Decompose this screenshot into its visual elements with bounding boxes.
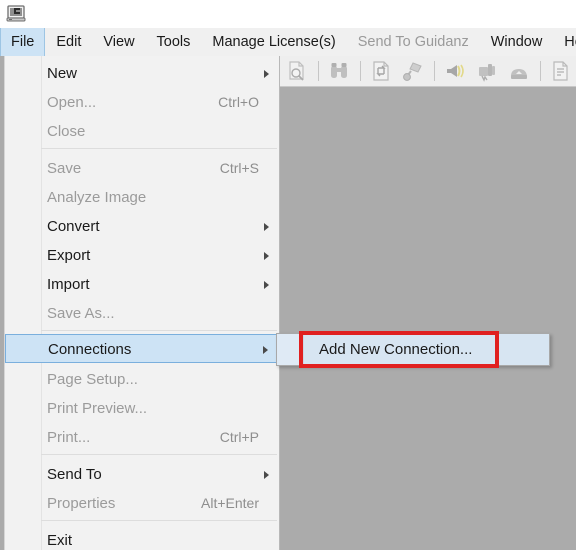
menu-item-send-to[interactable]: Send To bbox=[5, 460, 281, 489]
menu-item-label: Connections bbox=[48, 341, 132, 358]
menu-item-label: New bbox=[47, 65, 78, 82]
submenu-item-label: Add New Connection... bbox=[319, 341, 473, 358]
menubar-item-window[interactable]: Window bbox=[480, 28, 554, 56]
chevron-right-icon bbox=[264, 252, 269, 260]
menubar-item-edit[interactable]: Edit bbox=[45, 28, 92, 56]
menu-bar: File Edit View Tools Manage License(s) S… bbox=[0, 28, 576, 57]
computer-monitor-icon[interactable] bbox=[6, 3, 28, 25]
toolbar-separator bbox=[360, 61, 361, 81]
menubar-label: File bbox=[11, 34, 35, 50]
toolbar-separator bbox=[318, 61, 319, 81]
menu-item-accelerator: Alt+Enter bbox=[201, 495, 259, 511]
menu-item-properties: Properties Alt+Enter bbox=[5, 489, 281, 518]
menu-item-accelerator: Ctrl+P bbox=[219, 429, 259, 445]
menu-item-close: Close bbox=[5, 117, 281, 146]
menubar-label: Edit bbox=[56, 34, 82, 50]
menubar-item-manage-licenses[interactable]: Manage License(s) bbox=[201, 28, 346, 56]
binoculars-search-icon[interactable] bbox=[328, 60, 350, 82]
menu-item-new[interactable]: New bbox=[5, 59, 281, 88]
menu-item-label: Open... bbox=[47, 94, 97, 111]
toolbar bbox=[278, 56, 576, 87]
connections-submenu: Add New Connection... bbox=[276, 333, 550, 366]
menu-item-label: Properties bbox=[47, 495, 116, 512]
menu-item-connections[interactable]: Connections bbox=[5, 334, 281, 363]
menubar-item-view[interactable]: View bbox=[92, 28, 145, 56]
menu-item-label: Analyze Image bbox=[47, 189, 147, 206]
menu-item-label: Print Preview... bbox=[47, 400, 148, 417]
menubar-item-send-to-guidanz: Send To Guidanz bbox=[347, 28, 480, 56]
menubar-label: Manage License(s) bbox=[212, 34, 336, 50]
chevron-right-icon bbox=[263, 346, 268, 354]
menu-item-analyze-image: Analyze Image bbox=[5, 183, 281, 212]
menu-item-import[interactable]: Import bbox=[5, 270, 281, 299]
application-window: File Edit View Tools Manage License(s) S… bbox=[0, 0, 576, 550]
menu-separator bbox=[41, 520, 277, 521]
menu-separator bbox=[41, 148, 277, 149]
toolbar-separator bbox=[540, 61, 541, 81]
menu-item-open: Open... Ctrl+O bbox=[5, 88, 281, 117]
print-preview-icon[interactable] bbox=[286, 60, 308, 82]
diagnostic-probe-icon[interactable] bbox=[402, 60, 424, 82]
chevron-right-icon bbox=[264, 223, 269, 231]
menu-item-exit[interactable]: Exit bbox=[5, 526, 281, 555]
file-dropdown-menu: New Open... Ctrl+O Close Save Ctrl+S Ana… bbox=[4, 56, 281, 550]
menubar-item-file[interactable]: File bbox=[0, 28, 46, 56]
chevron-right-icon bbox=[264, 281, 269, 289]
menu-item-print: Print... Ctrl+P bbox=[5, 423, 281, 452]
refresh-document-icon[interactable] bbox=[370, 60, 392, 82]
menu-item-save-as: Save As... bbox=[5, 299, 281, 328]
menubar-label: View bbox=[103, 34, 135, 50]
title-bar bbox=[0, 0, 576, 28]
menubar-label: Window bbox=[490, 34, 543, 50]
toolbar-separator bbox=[434, 61, 435, 81]
chevron-right-icon bbox=[264, 471, 269, 479]
submenu-icon-gutter bbox=[277, 334, 304, 365]
horn-alert-icon[interactable] bbox=[444, 60, 466, 82]
menu-item-label: Send To bbox=[47, 466, 102, 483]
menubar-label: Send To Guidanz bbox=[357, 34, 469, 50]
menubar-label: Tools bbox=[156, 34, 191, 50]
menu-item-label: Save bbox=[47, 160, 82, 177]
menu-item-label: Exit bbox=[47, 532, 73, 549]
menu-item-export[interactable]: Export bbox=[5, 241, 281, 270]
menu-item-label: Export bbox=[47, 247, 91, 264]
menu-separator bbox=[41, 454, 277, 455]
menubar-item-help[interactable]: He bbox=[553, 28, 576, 56]
report-document-icon[interactable] bbox=[550, 60, 572, 82]
menu-item-label: Convert bbox=[47, 218, 100, 235]
engine-data-icon[interactable] bbox=[476, 60, 498, 82]
menu-item-save: Save Ctrl+S bbox=[5, 154, 281, 183]
submenu-item-add-new-connection[interactable]: Add New Connection... bbox=[303, 334, 549, 365]
menu-item-label: Save As... bbox=[47, 305, 115, 322]
menu-item-page-setup: Page Setup... bbox=[5, 365, 281, 394]
menu-separator bbox=[41, 330, 277, 331]
menubar-item-tools[interactable]: Tools bbox=[146, 28, 202, 56]
data-upload-icon[interactable] bbox=[508, 60, 530, 82]
menu-item-label: Close bbox=[47, 123, 86, 140]
menu-item-accelerator: Ctrl+O bbox=[218, 94, 259, 110]
chevron-right-icon bbox=[264, 70, 269, 78]
menubar-label: He bbox=[564, 34, 576, 50]
menu-item-accelerator: Ctrl+S bbox=[219, 160, 259, 176]
menu-item-print-preview: Print Preview... bbox=[5, 394, 281, 423]
menu-item-label: Page Setup... bbox=[47, 371, 138, 388]
menu-item-label: Import bbox=[47, 276, 90, 293]
menu-item-label: Print... bbox=[47, 429, 91, 446]
menu-item-convert[interactable]: Convert bbox=[5, 212, 281, 241]
